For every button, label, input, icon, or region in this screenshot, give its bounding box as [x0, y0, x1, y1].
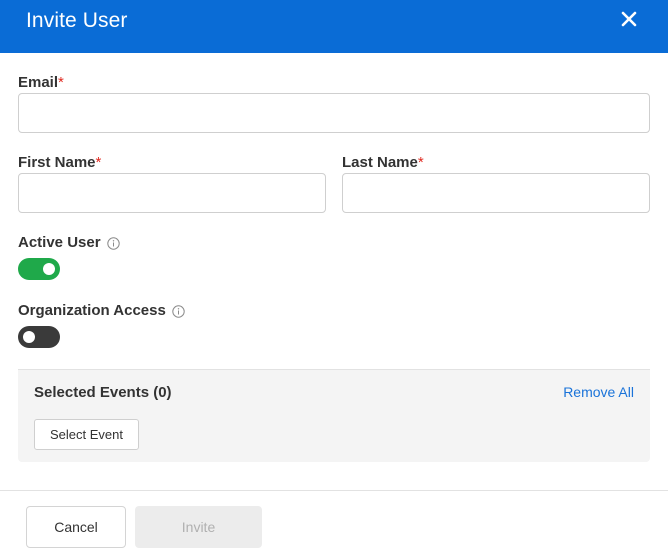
active-user-label-text: Active User: [18, 234, 101, 251]
toggle-knob: [23, 331, 35, 343]
last-name-label-text: Last Name: [342, 154, 418, 171]
required-mark: *: [417, 154, 424, 171]
info-icon[interactable]: [106, 236, 120, 250]
organization-access-toggle[interactable]: [18, 326, 60, 348]
organization-access-label-text: Organization Access: [18, 302, 166, 319]
email-label-text: Email: [18, 74, 59, 91]
toggle-knob: [43, 263, 55, 275]
email-field[interactable]: [18, 93, 650, 133]
required-mark: *: [95, 154, 102, 171]
cancel-button[interactable]: Cancel: [26, 506, 126, 548]
required-mark: *: [58, 74, 64, 91]
select-event-button[interactable]: Select Event: [34, 419, 139, 450]
first-name-label-text: First Name: [18, 154, 96, 171]
last-name-field[interactable]: [342, 173, 650, 213]
active-user-label: Active User: [18, 234, 120, 251]
email-label: Email*: [18, 74, 64, 91]
active-user-toggle[interactable]: [18, 258, 60, 280]
footer-divider: [0, 490, 668, 491]
first-name-label: First Name*: [18, 154, 101, 171]
selected-events-title: Selected Events (0): [34, 384, 172, 401]
info-icon[interactable]: [172, 304, 185, 318]
first-name-field[interactable]: [18, 173, 326, 213]
remove-all-link[interactable]: Remove All: [563, 384, 634, 400]
close-icon[interactable]: [616, 6, 642, 32]
organization-access-label: Organization Access: [18, 302, 185, 319]
invite-button[interactable]: Invite: [135, 506, 262, 548]
selected-events-panel: Selected Events (0) Remove All Select Ev…: [18, 369, 650, 462]
last-name-label: Last Name*: [342, 154, 424, 171]
modal-header: Invite User: [0, 0, 668, 53]
modal-title: Invite User: [26, 9, 128, 32]
